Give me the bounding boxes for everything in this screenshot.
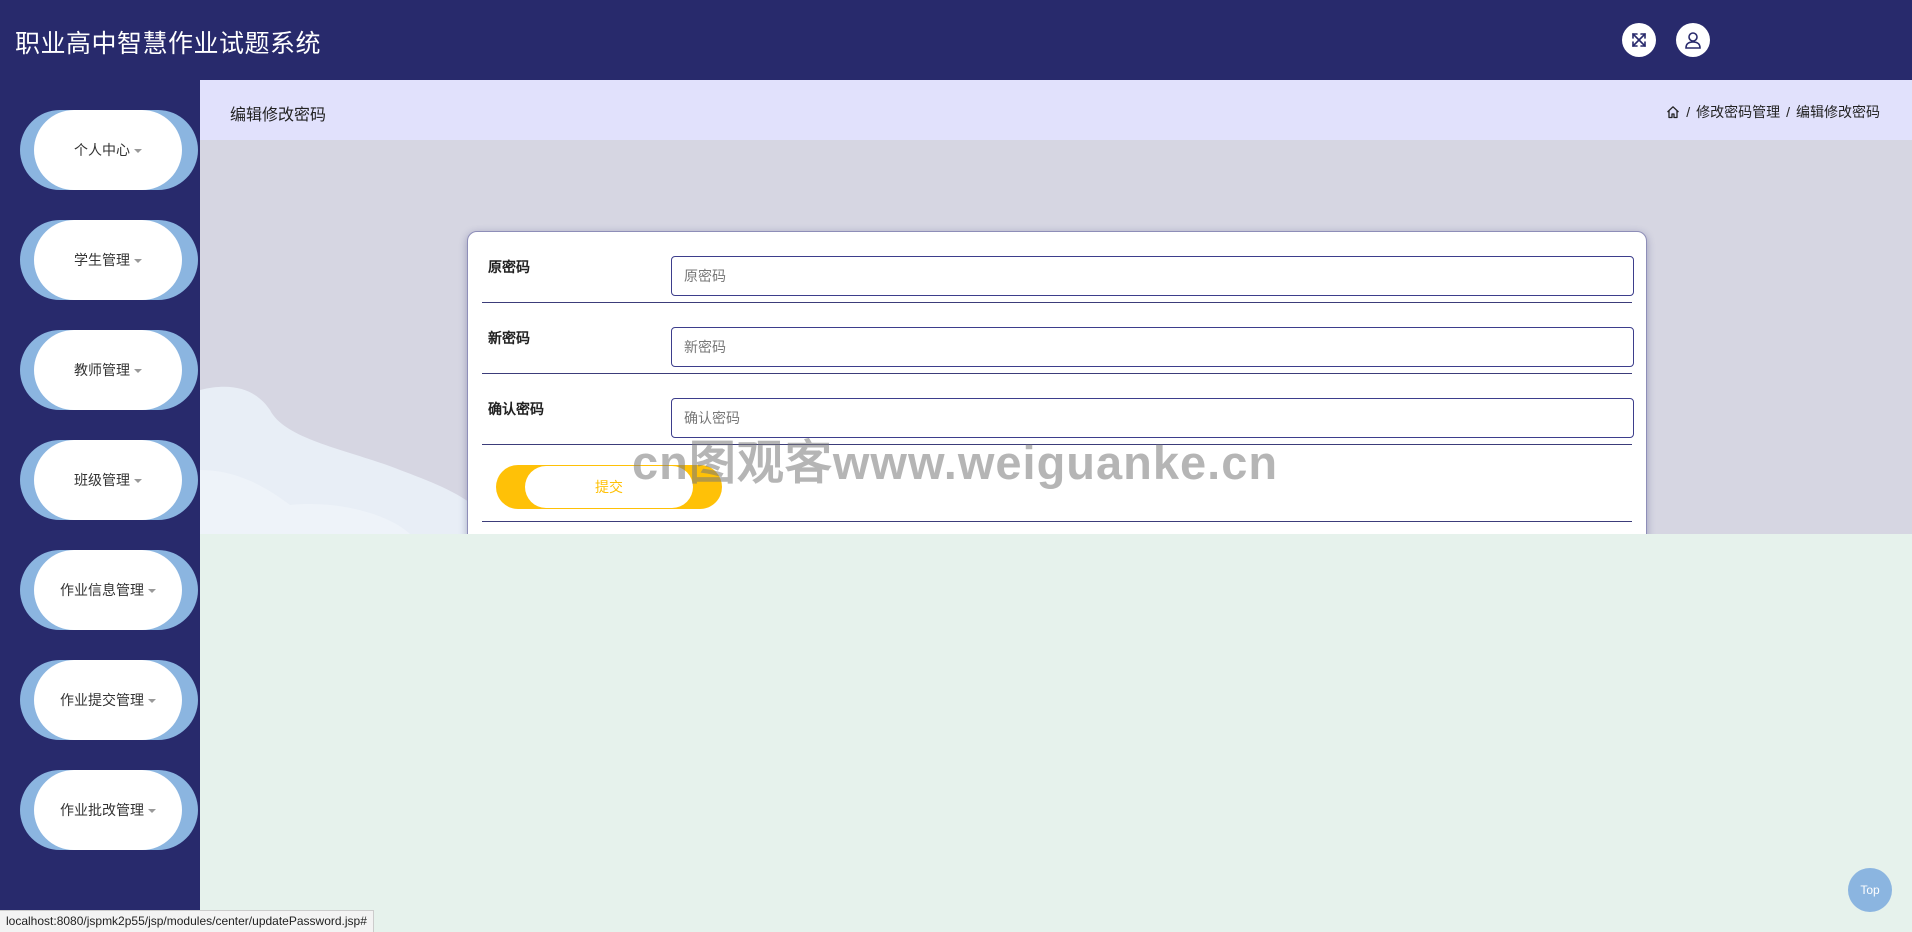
sidebar-item-class-management[interactable]: 班级管理	[20, 440, 198, 520]
new-password-input[interactable]	[671, 327, 1634, 367]
new-password-row: 新密码	[482, 303, 1634, 374]
watermark: cn图观客www.weiguanke.cn	[632, 436, 1279, 489]
user-menu-button[interactable]	[1676, 23, 1710, 57]
sidebar-item-student-management[interactable]: 学生管理	[20, 220, 198, 300]
caret-down-icon	[134, 148, 142, 153]
sidebar-item-pill: 个人中心	[34, 110, 182, 190]
caret-down-icon	[134, 368, 142, 373]
caret-down-icon	[148, 698, 156, 703]
expand-arrows-icon	[1632, 33, 1646, 47]
sidebar-item-homework-info-management[interactable]: 作业信息管理	[20, 550, 198, 630]
sidebar-item-label: 作业批改管理	[60, 802, 144, 818]
fullscreen-button[interactable]	[1622, 23, 1656, 57]
main-content: 编辑修改密码 / 修改密码管理 / 编辑修改密码 原密码 新密码 确认密码 提交	[200, 80, 1912, 932]
back-to-top-button[interactable]: Top	[1848, 868, 1892, 912]
sidebar-item-pill: 作业提交管理	[34, 660, 182, 740]
sidebar-item-teacher-management[interactable]: 教师管理	[20, 330, 198, 410]
breadcrumb: / 修改密码管理 / 编辑修改密码	[1666, 102, 1880, 122]
sidebar-item-label: 学生管理	[74, 252, 130, 268]
page-title: 编辑修改密码	[230, 107, 327, 124]
sidebar-item-pill: 班级管理	[34, 440, 182, 520]
caret-down-icon	[148, 588, 156, 593]
old-password-label: 原密码	[488, 259, 530, 275]
sidebar-item-label: 作业提交管理	[60, 692, 144, 708]
old-password-row: 原密码	[482, 232, 1634, 303]
sidebar-item-pill: 作业信息管理	[34, 550, 182, 630]
confirm-password-label: 确认密码	[488, 401, 544, 417]
new-password-label: 新密码	[488, 330, 530, 346]
sidebar-item-pill: 教师管理	[34, 330, 182, 410]
breadcrumb-separator: /	[1786, 104, 1790, 120]
breadcrumb-separator: /	[1686, 104, 1691, 120]
sidebar-item-pill: 作业批改管理	[34, 770, 182, 850]
old-password-input[interactable]	[671, 256, 1634, 296]
home-icon[interactable]	[1666, 105, 1680, 119]
breadcrumb-item-current: 编辑修改密码	[1796, 104, 1880, 120]
user-icon	[1685, 32, 1701, 49]
app-title: 职业高中智慧作业试题系统	[15, 30, 322, 58]
top-header: 职业高中智慧作业试题系统	[0, 0, 1912, 80]
status-bar-url: localhost:8080/jspmk2p55/jsp/modules/cen…	[0, 910, 374, 932]
sidebar-item-pill: 学生管理	[34, 220, 182, 300]
sidebar-item-homework-grading-management[interactable]: 作业批改管理	[20, 770, 198, 850]
caret-down-icon	[134, 258, 142, 263]
sidebar-item-label: 作业信息管理	[60, 582, 144, 598]
sidebar-item-homework-submission-management[interactable]: 作业提交管理	[20, 660, 198, 740]
sidebar: 个人中心 学生管理 教师管理 班级管理 作业信息管理 作业提交管理 作业批改管理	[0, 80, 200, 932]
app-root: 职业高中智慧作业试题系统 个人中心 学生管理 教师管理 班级管理 作业信息管理 …	[0, 0, 1912, 932]
breadcrumb-item-password-management[interactable]: 修改密码管理	[1696, 102, 1780, 122]
breadcrumb-bar: 编辑修改密码 / 修改密码管理 / 编辑修改密码	[200, 80, 1912, 140]
sidebar-item-label: 班级管理	[74, 472, 130, 488]
sidebar-item-label: 教师管理	[74, 362, 130, 378]
sidebar-item-label: 个人中心	[74, 142, 130, 158]
caret-down-icon	[134, 478, 142, 483]
sidebar-item-personal-center[interactable]: 个人中心	[20, 110, 198, 190]
caret-down-icon	[148, 808, 156, 813]
